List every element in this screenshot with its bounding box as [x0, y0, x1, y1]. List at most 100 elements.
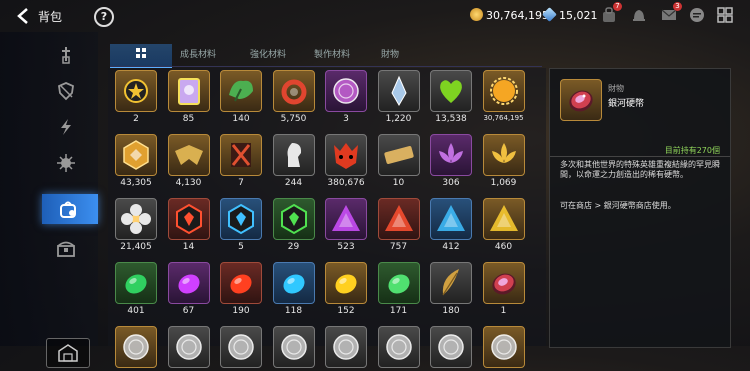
tab-divider: [110, 66, 542, 67]
item-frame: [430, 326, 472, 368]
event-button[interactable]: 7: [600, 2, 622, 24]
item-frame: [167, 198, 210, 240]
tab-enhance-materials[interactable]: 強化材料: [242, 44, 294, 66]
sun-coin-icon: [489, 77, 518, 105]
item-slot[interactable]: 29: [272, 198, 316, 252]
ticket-icon: [383, 146, 414, 164]
item-slot[interactable]: 14: [167, 198, 211, 252]
item-quantity: 412: [442, 242, 460, 252]
item-slot[interactable]: 4,130: [167, 134, 211, 188]
item-slot[interactable]: [377, 326, 421, 368]
storage-button[interactable]: [46, 338, 90, 368]
heart-icon: [440, 80, 462, 103]
item-frame: [377, 326, 420, 368]
sidebar-item-chest[interactable]: [40, 234, 92, 264]
item-frame: [272, 262, 315, 304]
item-slot[interactable]: 2: [114, 70, 158, 124]
gold-currency: 30,764,195: [470, 8, 549, 22]
item-slot[interactable]: [429, 326, 473, 368]
item-frame: [325, 70, 367, 112]
item-slot[interactable]: 306: [429, 134, 473, 188]
help-button[interactable]: ?: [94, 7, 114, 27]
back-arrow-icon[interactable]: [14, 6, 34, 26]
item-slot[interactable]: 3: [324, 70, 368, 124]
item-slot[interactable]: 244: [272, 134, 316, 188]
tab-valuables[interactable]: 財物: [370, 44, 410, 66]
item-quantity: 244: [284, 178, 303, 188]
grid-menu-icon: [717, 7, 733, 23]
item-slot[interactable]: [324, 326, 368, 368]
tab-crafting-materials[interactable]: 製作材料: [306, 44, 358, 66]
menu-button[interactable]: [716, 6, 734, 24]
item-quantity: 29: [287, 242, 300, 252]
item-slot[interactable]: [272, 326, 316, 368]
gold-coin-icon: [470, 8, 483, 21]
tri-rune-icon: [384, 205, 413, 231]
item-slot[interactable]: 380,676: [324, 134, 368, 188]
tri-rune-icon: [332, 205, 360, 231]
item-slot[interactable]: 171: [377, 262, 421, 316]
item-slot[interactable]: 460: [482, 198, 526, 252]
notification-button[interactable]: [630, 6, 648, 24]
sidebar-item-armor[interactable]: [40, 76, 92, 106]
bell-icon: [633, 10, 645, 21]
item-slot[interactable]: 401: [114, 262, 158, 316]
item-slot[interactable]: 13,538: [429, 70, 473, 124]
coin-icon: [438, 334, 464, 360]
item-slot[interactable]: 180: [429, 262, 473, 316]
tab-all[interactable]: [110, 44, 172, 68]
mail-button[interactable]: 3: [660, 2, 682, 24]
item-slot[interactable]: [167, 326, 211, 368]
item-slot[interactable]: 67: [167, 262, 211, 316]
item-slot[interactable]: 140: [219, 70, 263, 124]
sidebar-item-rune[interactable]: [40, 148, 92, 178]
item-slot[interactable]: 1: [482, 262, 526, 316]
item-slot[interactable]: 5,750: [272, 70, 316, 124]
item-detail-panel: 財物 銀河硬幣 目前持有270個 多次和其他世界的特殊英雄重複結緣的罕見瞬間，以…: [549, 68, 731, 348]
item-slot[interactable]: 43,305: [114, 134, 158, 188]
item-slot[interactable]: 30,764,195: [482, 70, 526, 122]
item-frame: [115, 326, 157, 368]
item-quantity: 67: [182, 306, 195, 316]
detail-divider: [550, 156, 730, 157]
item-slot[interactable]: [114, 326, 158, 368]
item-frame: [115, 134, 157, 176]
item-slot[interactable]: 1,069: [482, 134, 526, 188]
crystal-icon: [542, 7, 557, 22]
hex-badge-icon: [123, 140, 149, 170]
item-slot[interactable]: 118: [272, 262, 316, 316]
lotus-icon: [439, 143, 463, 163]
item-quantity: 757: [389, 242, 408, 252]
item-quantity: 13,538: [435, 114, 467, 124]
item-slot[interactable]: 10: [377, 134, 421, 188]
item-slot[interactable]: 152: [324, 262, 368, 316]
tab-growth-materials[interactable]: 成長材料: [172, 44, 224, 66]
item-frame: [272, 134, 315, 176]
item-slot[interactable]: 412: [429, 198, 473, 252]
item-slot[interactable]: [219, 326, 263, 368]
item-quantity: 118: [284, 306, 303, 316]
sidebar-item-materials[interactable]: [42, 194, 98, 224]
item-slot[interactable]: 21,405: [114, 198, 158, 252]
top-bar: 背包 ? 30,764,195 15,021 7 3: [0, 0, 750, 32]
flag-icon: [231, 143, 251, 167]
item-frame: [482, 70, 525, 112]
grid-icon: [136, 48, 146, 58]
item-frame: [167, 262, 210, 304]
item-slot[interactable]: 1,220: [377, 70, 421, 124]
item-quantity: 401: [127, 306, 145, 316]
item-slot[interactable]: 757: [377, 198, 421, 252]
item-quantity: 1,069: [490, 178, 517, 188]
crystal-amount: 15,021: [559, 9, 598, 22]
sidebar-item-weapon[interactable]: [40, 40, 92, 70]
item-slot[interactable]: 5: [219, 198, 263, 252]
item-quantity: 152: [337, 306, 355, 316]
sidebar-item-skill[interactable]: [40, 112, 92, 142]
item-slot[interactable]: 85: [167, 70, 211, 124]
item-frame: [482, 134, 525, 176]
item-slot[interactable]: [482, 326, 526, 368]
chat-button[interactable]: [688, 6, 706, 24]
item-slot[interactable]: 7: [219, 134, 263, 188]
item-slot[interactable]: 190: [219, 262, 263, 316]
item-slot[interactable]: 523: [324, 198, 368, 252]
